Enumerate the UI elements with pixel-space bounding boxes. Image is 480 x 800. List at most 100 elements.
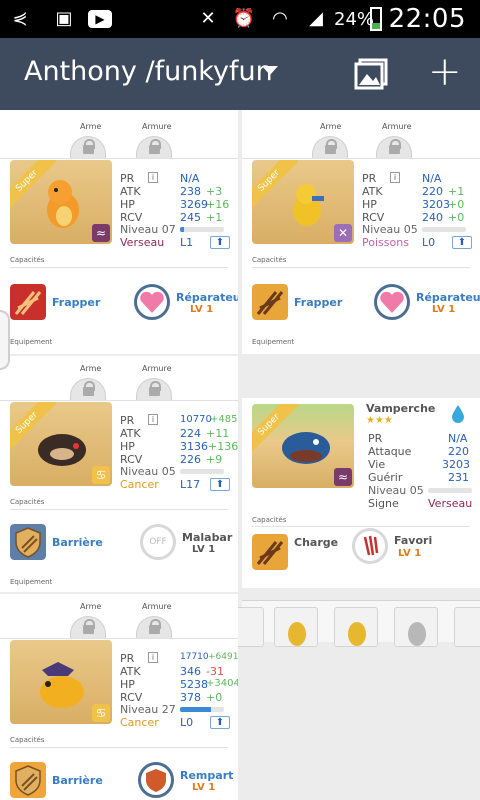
atk-label: ATK xyxy=(120,427,141,440)
info-icon[interactable]: i xyxy=(390,172,400,183)
monster-card[interactable]: Super ≈ Vamperche ★★★ PR N/A Attaque 220… xyxy=(242,398,480,588)
sign-label: Signe xyxy=(368,497,399,510)
hp-value: 3203 xyxy=(442,458,470,471)
heal-label: Guérir xyxy=(368,471,403,484)
favorite-skill-icon[interactable] xyxy=(352,528,388,564)
limit-level: L17 xyxy=(180,478,201,491)
egg-slot[interactable] xyxy=(334,607,378,647)
zodiac-sign: Poissons xyxy=(362,236,409,249)
limit-level: L0 xyxy=(180,716,194,729)
rcv-bonus: +0 xyxy=(206,691,223,704)
aquarius-icon: ≈ xyxy=(334,468,352,486)
monster-portrait[interactable]: ♋ xyxy=(10,640,112,724)
off-skill-icon[interactable]: OFF xyxy=(140,524,176,560)
atk-bonus: +11 xyxy=(206,427,230,440)
skill-name: Réparateur xyxy=(176,291,238,304)
drawer-handle[interactable] xyxy=(0,310,10,370)
info-icon[interactable]: i xyxy=(148,172,158,183)
image-icon[interactable] xyxy=(354,58,388,90)
info-icon[interactable]: i xyxy=(148,414,158,425)
monster-name: Vamperche xyxy=(366,402,436,415)
egg-strip xyxy=(220,600,480,647)
rcv-value: 226 xyxy=(180,453,201,466)
youtube-icon: ▶ xyxy=(88,10,112,28)
atk-value: 346 xyxy=(180,665,201,678)
upgrade-icon[interactable]: ⬆ xyxy=(210,478,230,491)
hp-value: 3203 xyxy=(422,198,450,211)
level-text: Niveau 07 xyxy=(120,223,176,236)
atk-bonus: -31 xyxy=(206,665,224,678)
rcv-value: 240 xyxy=(422,211,443,224)
lock-icon[interactable] xyxy=(136,378,172,400)
monster-card[interactable]: Arme Armure Super ≈ PR i N/A ATK 238 +3 … xyxy=(0,110,238,354)
skill-name: Favori xyxy=(394,534,433,547)
pr-label: PR xyxy=(120,414,135,427)
armor-slot-label: Armure xyxy=(142,602,172,611)
hp-label: HP xyxy=(120,678,135,691)
account-title[interactable]: Anthony /funkyfun xyxy=(24,56,273,87)
lock-icon[interactable] xyxy=(70,378,106,400)
lock-icon[interactable] xyxy=(136,616,172,638)
attack-label: Attaque xyxy=(368,445,412,458)
strike-skill-icon[interactable] xyxy=(252,284,288,320)
monster-card[interactable]: Arme Armure Super ♋ PR i 10770 +485 ATK … xyxy=(0,356,238,592)
wifi-icon: ◠ xyxy=(272,8,288,29)
divider xyxy=(10,747,228,748)
capacities-label: Capacités xyxy=(10,498,45,506)
equipment-label: Equipement xyxy=(10,338,53,346)
pisces-icon: ✕ xyxy=(334,224,352,242)
armor-slot-label: Armure xyxy=(142,122,172,131)
lock-icon[interactable] xyxy=(376,136,412,158)
level-progress xyxy=(422,227,466,232)
egg-slot[interactable] xyxy=(394,607,438,647)
monster-card[interactable]: Arme Armure Super ✕ PR i N/A ATK 220 +1 … xyxy=(242,110,480,354)
atk-bonus: +3 xyxy=(206,185,223,198)
divider xyxy=(10,509,228,510)
pr-bonus: +6491 xyxy=(208,652,238,662)
level-progress xyxy=(180,227,224,232)
strike-skill-icon[interactable] xyxy=(10,284,46,320)
monster-portrait[interactable]: Super ≈ xyxy=(10,160,112,244)
monster-image xyxy=(40,662,84,708)
weapon-slot-label: Arme xyxy=(80,364,102,373)
divider xyxy=(252,526,470,527)
pr-label: PR xyxy=(368,432,383,445)
charge-skill-icon[interactable] xyxy=(252,534,288,570)
monster-card[interactable]: Arme Armure ♋ PR i 17710 +6491 ATK 346 -… xyxy=(0,594,238,800)
lock-icon[interactable] xyxy=(136,136,172,158)
skill-level: LV 1 xyxy=(432,304,456,315)
level-progress xyxy=(428,488,472,493)
hp-bonus: +16 xyxy=(206,198,230,211)
heal-skill-icon[interactable] xyxy=(134,284,170,320)
card-grid: Arme Armure Super ≈ PR i N/A ATK 238 +3 … xyxy=(0,110,480,800)
monster-portrait[interactable]: Super ≈ xyxy=(252,404,354,488)
monster-portrait[interactable]: Super ✕ xyxy=(252,160,354,244)
info-icon[interactable]: i xyxy=(148,652,158,663)
upgrade-icon[interactable]: ⬆ xyxy=(452,236,472,249)
upgrade-icon[interactable]: ⬆ xyxy=(210,236,230,249)
cancer-icon: ♋ xyxy=(92,704,110,722)
skill-level: LV 1 xyxy=(192,544,216,555)
rampart-skill-icon[interactable] xyxy=(138,762,174,798)
monster-portrait[interactable]: Super ♋ xyxy=(10,402,112,486)
chevron-down-icon[interactable] xyxy=(262,66,278,75)
egg-slot[interactable] xyxy=(274,607,318,647)
heal-skill-icon[interactable] xyxy=(374,284,410,320)
lock-icon[interactable] xyxy=(70,616,106,638)
upgrade-icon[interactable]: ⬆ xyxy=(210,716,230,729)
egg-slot[interactable] xyxy=(454,607,480,647)
atk-bonus: +1 xyxy=(448,185,465,198)
skill-name: Frapper xyxy=(294,296,343,309)
hp-label: HP xyxy=(120,198,135,211)
divider xyxy=(242,158,480,159)
skill-name: Charge xyxy=(294,536,339,549)
divider xyxy=(10,267,228,268)
pr-value: 10770 xyxy=(180,414,212,425)
barrier-skill-icon[interactable] xyxy=(10,524,46,560)
plus-icon[interactable]: + xyxy=(428,52,462,92)
barrier-skill-icon[interactable] xyxy=(10,762,46,798)
lock-icon[interactable] xyxy=(312,136,348,158)
equipment-label: Equipement xyxy=(10,578,53,586)
skill-name: Barrière xyxy=(52,536,103,549)
lock-icon[interactable] xyxy=(70,136,106,158)
